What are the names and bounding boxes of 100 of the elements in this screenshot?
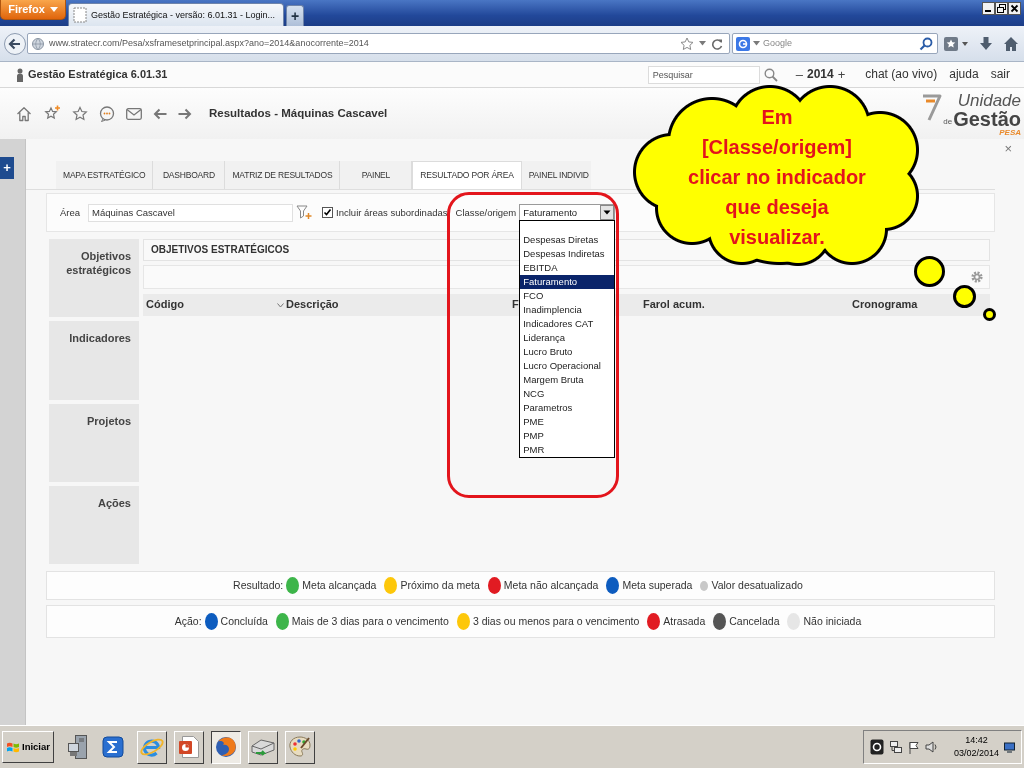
dropdown-option[interactable]: Inadimplencia <box>520 303 615 317</box>
legend-label: Mais de 3 dias para o vencimento <box>291 615 449 628</box>
legend-label: Não iniciada <box>803 615 862 628</box>
legend-label: Meta superada <box>622 579 693 592</box>
column-header[interactable]: Código <box>146 298 184 312</box>
back-button[interactable] <box>4 32 26 55</box>
area-field[interactable]: Máquinas Cascavel <box>88 203 294 222</box>
column-header[interactable]: F <box>512 298 519 312</box>
flag-logo-icon <box>6 740 20 754</box>
legend-label: Concluída <box>220 615 268 628</box>
legend-label: Cancelada <box>729 615 780 628</box>
logo-text: de <box>943 118 953 126</box>
dropdown-option[interactable]: Despesas Indiretas <box>520 247 615 261</box>
dropdown-option[interactable]: PMR <box>520 443 615 457</box>
search-icon[interactable] <box>763 67 778 82</box>
header-link[interactable]: ajuda <box>949 67 979 82</box>
dropdown-option[interactable]: Lucro Bruto <box>520 345 615 359</box>
header-link[interactable]: sair <box>990 67 1010 82</box>
home-icon[interactable] <box>16 105 32 122</box>
bookmark-star-icon[interactable] <box>680 36 694 51</box>
column-header[interactable]: Cronograma <box>852 298 918 312</box>
start-button[interactable]: Iniciar <box>2 731 54 763</box>
search-engine-icon[interactable] <box>736 36 750 51</box>
search-field[interactable]: Pesquisar <box>647 65 760 84</box>
reload-icon[interactable] <box>711 37 723 50</box>
speaker-icon[interactable] <box>924 741 937 753</box>
section-label: Indicadores <box>49 321 139 400</box>
previous-year-button[interactable]: – <box>795 68 803 81</box>
page-icon <box>73 7 87 23</box>
tab[interactable]: PAINEL <box>340 161 413 189</box>
browser-tab[interactable]: Gestão Estratégica - versão: 6.01.31 - Login... <box>68 3 285 26</box>
dropdown-option[interactable]: Liderança <box>520 331 615 345</box>
star-icon[interactable] <box>72 105 88 122</box>
close-button[interactable] <box>1008 2 1021 15</box>
dropdown-option[interactable]: NCG <box>520 387 615 401</box>
tab[interactable]: DASHBOARD <box>153 161 226 189</box>
mail-icon[interactable] <box>126 107 142 120</box>
palette-icon <box>288 735 312 759</box>
download-icon[interactable] <box>979 35 993 52</box>
network-icon[interactable] <box>888 740 903 754</box>
legend-label: Meta alcançada <box>302 579 377 592</box>
tab[interactable]: PAINEL INDIVID <box>521 161 591 189</box>
server-icon[interactable] <box>67 734 89 760</box>
column-header[interactable]: Farol acum. <box>643 298 705 312</box>
chat-icon[interactable] <box>99 105 115 122</box>
minimize-button[interactable] <box>982 2 995 15</box>
scanner-icon <box>250 736 276 758</box>
filter-icon[interactable] <box>296 205 313 220</box>
field-label: Classe/origem <box>455 206 517 219</box>
forward-arrow-icon[interactable] <box>178 107 192 120</box>
show-desktop-icon[interactable] <box>1004 741 1015 753</box>
add-favorite-icon[interactable] <box>43 105 61 122</box>
sigma-icon[interactable] <box>102 736 124 758</box>
search-icon[interactable] <box>919 36 933 51</box>
checkbox-label: Incluir áreas subordinadas <box>336 206 448 219</box>
section-label: Objetivos estratégicos <box>49 239 139 318</box>
taskbar-button[interactable] <box>211 730 241 764</box>
sort-icon[interactable] <box>277 302 284 308</box>
column-header[interactable]: Descrição <box>286 298 339 312</box>
dropdown-option[interactable]: Despesas Diretas <box>520 233 615 247</box>
bookmarks-icon[interactable] <box>943 35 969 52</box>
legend-label: Atrasada <box>663 615 706 628</box>
section-label: Ações <box>49 485 139 564</box>
legend-label: 3 dias ou menos para o vencimento <box>472 615 640 628</box>
callout-text: Em [Classe/origem] clicar no indicador que deseja visualizar. <box>688 105 866 250</box>
header-link[interactable]: chat (ao vivo) <box>865 67 938 82</box>
close-button[interactable]: × <box>1004 142 1012 155</box>
dropdown-option[interactable]: FCO <box>520 289 615 303</box>
settings-icon[interactable] <box>971 271 983 283</box>
home-icon[interactable] <box>1003 35 1019 52</box>
next-year-button[interactable]: + <box>837 68 846 81</box>
dropdown-option[interactable]: Lucro Operacional <box>520 359 615 373</box>
app-title: Gestão Estratégica 6.01.31 <box>28 67 168 82</box>
checkbox[interactable] <box>322 207 334 218</box>
dropdown-option[interactable]: EBITDA <box>520 261 615 275</box>
clock-date: 03/02/2014 <box>953 747 999 760</box>
search-field[interactable]: Google <box>732 33 938 54</box>
address-field[interactable]: www.stratecr.com/Pesa/xsframesetprincipal.aspx?ano=2014&anocorrente=2014 <box>27 33 730 54</box>
year-label: 2014 <box>806 67 834 82</box>
section-label: Projetos <box>49 403 139 482</box>
person-icon <box>16 67 24 82</box>
dropdown-option[interactable]: Parametros <box>520 401 615 415</box>
page-title: Resultados - Máquinas Cascavel <box>209 106 388 121</box>
flag-icon[interactable] <box>907 740 920 754</box>
new-tab-button[interactable]: + <box>286 5 305 26</box>
restore-button[interactable] <box>995 2 1008 15</box>
dropdown-option[interactable]: Indicadores CAT <box>520 317 615 331</box>
tab[interactable]: MATRIZ DE RESULTADOS <box>225 161 341 189</box>
back-arrow-icon[interactable] <box>153 107 167 120</box>
globe-icon <box>32 37 44 50</box>
tray-app-icon[interactable] <box>869 739 884 755</box>
tab[interactable]: MAPA ESTRATÉGICO <box>56 161 154 189</box>
dropdown-option[interactable]: PMP <box>520 429 615 443</box>
side-toggle-button[interactable]: + <box>0 157 14 179</box>
tab[interactable]: RESULTADO POR ÁREA <box>412 161 522 189</box>
dropdown-option[interactable]: Margem Bruta <box>520 373 615 387</box>
dropdown-option[interactable]: PME <box>520 415 615 429</box>
field-label: Área <box>60 206 81 219</box>
legend-label: Meta não alcançada <box>503 579 599 592</box>
dropdown-option[interactable]: Faturamento <box>520 275 615 289</box>
